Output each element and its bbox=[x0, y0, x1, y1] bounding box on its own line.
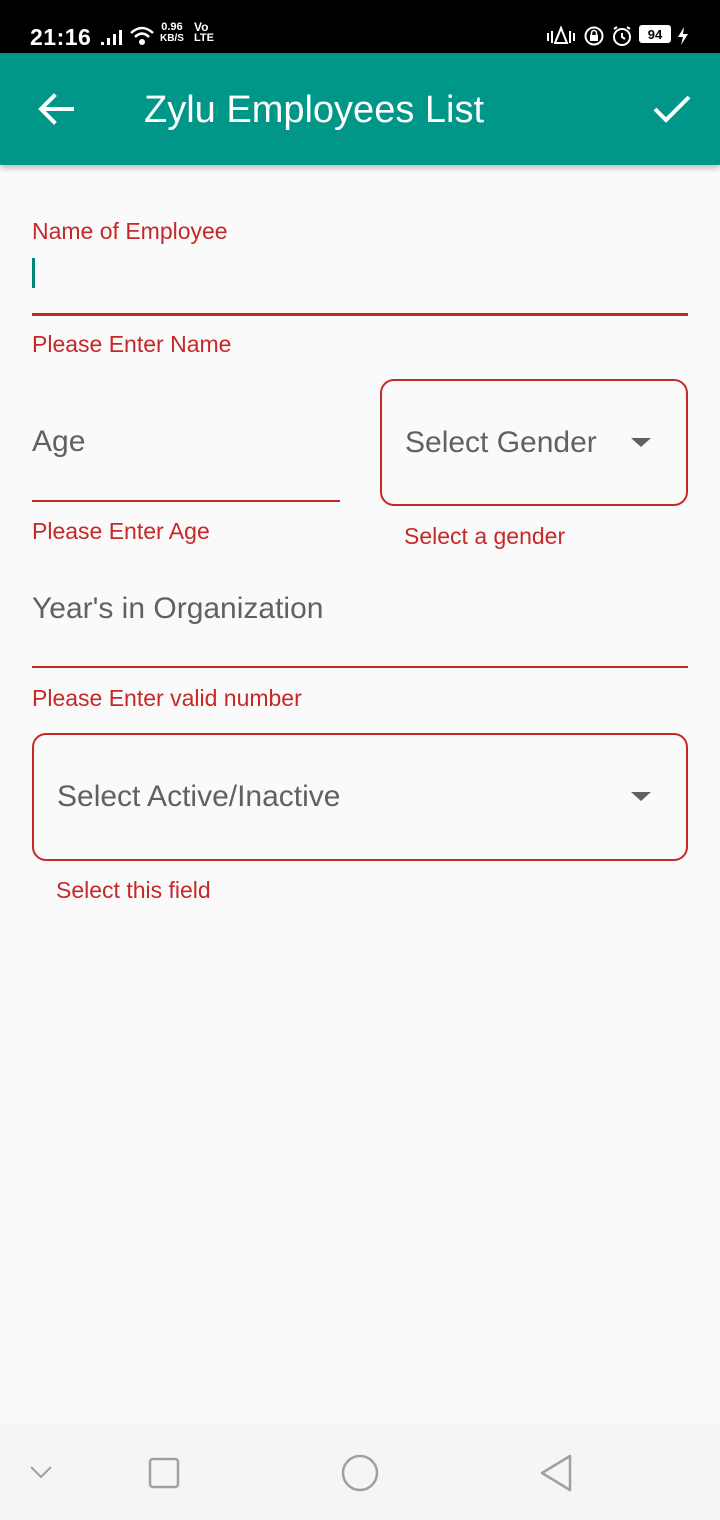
alarm-icon bbox=[613, 26, 631, 46]
gender-placeholder: Select Gender bbox=[405, 426, 597, 459]
years-error: Please Enter valid number bbox=[32, 685, 302, 711]
age-error: Please Enter Age bbox=[32, 518, 210, 544]
gender-error: Select a gender bbox=[404, 523, 566, 549]
employee-name-field[interactable]: Name of Employee bbox=[32, 218, 688, 318]
years-in-organization-field[interactable]: Year's in Organization bbox=[32, 590, 688, 670]
active-status-error: Select this field bbox=[56, 877, 211, 903]
network-speed: 0.96 KB/S bbox=[160, 21, 184, 45]
wifi-icon bbox=[130, 26, 154, 45]
active-status-dropdown[interactable]: Select Active/Inactive bbox=[32, 733, 688, 861]
dropdown-arrow-icon bbox=[631, 438, 651, 447]
app-bar: Zylu Employees List bbox=[0, 53, 720, 165]
recents-square-icon[interactable] bbox=[148, 1457, 180, 1489]
years-placeholder: Year's in Organization bbox=[32, 592, 324, 625]
years-underline bbox=[32, 666, 688, 668]
lock-circle-icon bbox=[584, 26, 604, 46]
dropdown-arrow-icon bbox=[631, 792, 651, 801]
volte-indicator: Vo LTE bbox=[194, 20, 214, 44]
employee-name-error: Please Enter Name bbox=[32, 331, 232, 357]
check-icon[interactable] bbox=[652, 91, 692, 127]
age-underline bbox=[32, 500, 340, 502]
age-field[interactable]: Age bbox=[32, 420, 340, 504]
text-cursor bbox=[32, 258, 35, 288]
vibrate-icon bbox=[547, 25, 575, 44]
age-placeholder: Age bbox=[32, 425, 86, 458]
status-bar: 21:16 0.96 KB/S Vo LTE 94 bbox=[0, 0, 720, 53]
page-title: Zylu Employees List bbox=[144, 89, 485, 131]
system-nav-bar bbox=[0, 1424, 720, 1520]
employee-name-label: Name of Employee bbox=[32, 218, 228, 244]
charging-bolt-icon bbox=[678, 27, 688, 45]
cell-signal-icon bbox=[101, 30, 122, 45]
home-circle-icon[interactable] bbox=[340, 1453, 380, 1493]
active-status-placeholder: Select Active/Inactive bbox=[57, 780, 341, 813]
arrow-back-icon[interactable] bbox=[36, 89, 76, 129]
status-time: 21:16 bbox=[30, 24, 92, 50]
gender-dropdown[interactable]: Select Gender bbox=[380, 379, 688, 506]
battery-level: 94 bbox=[639, 25, 671, 43]
back-triangle-icon[interactable] bbox=[538, 1453, 574, 1493]
chevron-down-icon[interactable] bbox=[29, 1464, 53, 1480]
employee-name-underline bbox=[32, 313, 688, 316]
